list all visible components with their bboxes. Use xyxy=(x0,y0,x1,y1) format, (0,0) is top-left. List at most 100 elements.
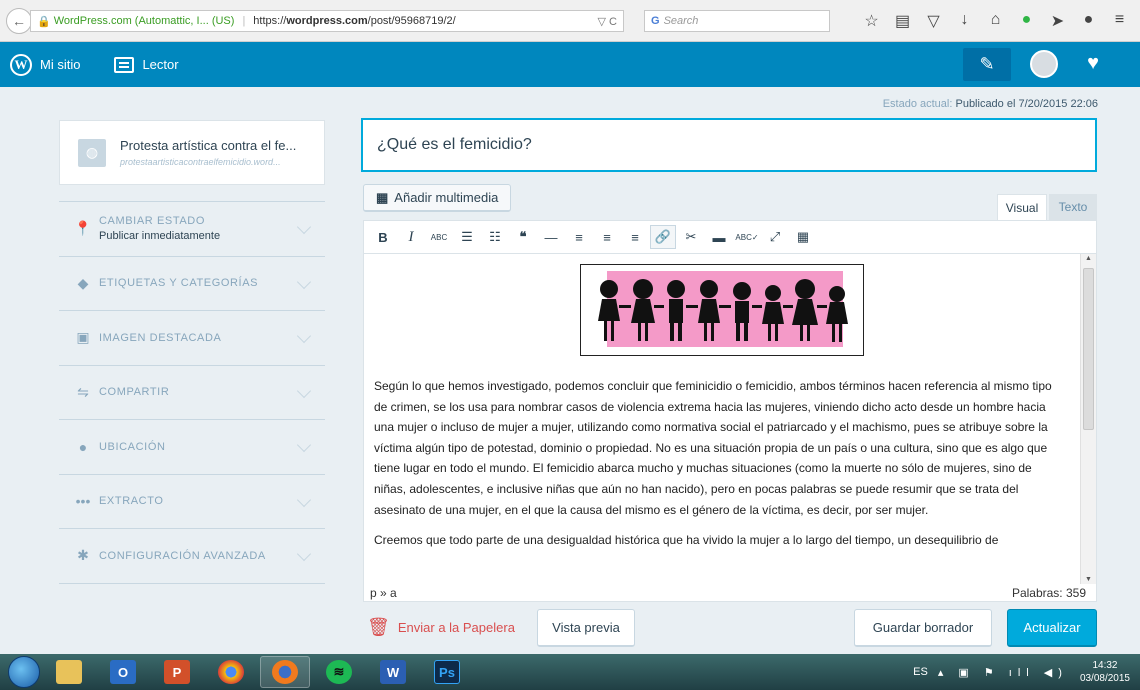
tag-icon: ◆ xyxy=(77,274,89,291)
sidebar-item-advanced-settings[interactable]: ✱ CONFIGURACIÓN AVANZADA xyxy=(59,529,325,584)
sidebar-accordion: 📍 CAMBIAR ESTADO Publicar inmediatamente… xyxy=(59,201,325,584)
taskbar-firefox[interactable] xyxy=(260,656,310,688)
chevron-down-icon xyxy=(296,437,312,453)
sidebar-item-tags-categories[interactable]: ◆ ETIQUETAS Y CATEGORÍAS xyxy=(59,257,325,311)
reload-icon[interactable]: ▽ C xyxy=(598,15,617,28)
ellipsis-icon: ••• xyxy=(75,493,91,510)
content-scrollbar[interactable]: ▲ ▼ xyxy=(1080,254,1096,584)
tab-visual[interactable]: Visual xyxy=(997,194,1047,220)
cog-icon: ✱ xyxy=(77,547,89,564)
sidebar-item-featured-image[interactable]: ▣ IMAGEN DESTACADA xyxy=(59,311,325,366)
site-card[interactable]: ◍ Protesta artística contra el fe... pro… xyxy=(59,120,325,185)
notifications-icon[interactable]: ♥ xyxy=(1082,52,1104,74)
back-arrow-icon[interactable]: ← xyxy=(6,7,32,34)
taskbar-spotify[interactable]: ≋ xyxy=(314,656,364,688)
sidebar-item-location[interactable]: ● UBICACIÓN xyxy=(59,420,325,475)
write-post-button[interactable]: ✎ xyxy=(963,48,1011,81)
post-image[interactable] xyxy=(580,264,864,356)
chevron-down-icon xyxy=(296,328,312,344)
send-icon[interactable]: ➤ xyxy=(1042,11,1073,31)
url-bar[interactable]: 🔒 WordPress.com (Automattic, I... (US) |… xyxy=(30,10,624,32)
download-icon[interactable]: ↓ xyxy=(949,11,980,31)
avatar[interactable] xyxy=(1030,50,1058,78)
chevron-down-icon xyxy=(296,492,312,507)
extension-icon[interactable]: ● xyxy=(1011,11,1042,31)
trash-link[interactable]: 🗑 Enviar a la Papelera xyxy=(367,617,515,638)
align-right-icon[interactable]: ≡ xyxy=(622,225,648,249)
sidebar-item-sharing[interactable]: ⇋ COMPARTIR xyxy=(59,366,325,420)
system-tray: ES ▴ ▣ ⚑ ıll ◀) 14:32 03/08/2015 xyxy=(913,654,1130,690)
editor-content[interactable]: Según lo que hemos investigado, podemos … xyxy=(363,254,1097,584)
post-body[interactable]: Según lo que hemos investigado, podemos … xyxy=(374,376,1064,561)
taskbar-photoshop[interactable]: Ps xyxy=(422,656,472,688)
chevron-down-icon xyxy=(296,383,312,398)
post-title-input[interactable]: ¿Qué es el femicidio? xyxy=(361,118,1097,172)
language-indicator[interactable]: ES xyxy=(913,666,928,678)
home-icon[interactable]: ⌂ xyxy=(980,11,1011,31)
image-icon: ▣ xyxy=(76,329,90,346)
element-path[interactable]: p » a xyxy=(370,586,397,600)
menu-icon[interactable]: ≡ xyxy=(1104,11,1135,31)
paragraph[interactable]: Según lo que hemos investigado, podemos … xyxy=(374,376,1064,520)
link-icon[interactable]: 🔗 xyxy=(650,225,676,249)
read-more-icon[interactable]: ▬ xyxy=(706,225,732,249)
unlink-icon[interactable]: ✂ xyxy=(678,225,704,249)
toolbar-toggle-icon[interactable]: ▦ xyxy=(790,225,816,249)
url-host: wordpress.com xyxy=(286,15,368,27)
align-left-icon[interactable]: ≡ xyxy=(566,225,592,249)
reader-label: Lector xyxy=(142,57,179,72)
powerpoint-icon: P xyxy=(164,660,190,684)
site-url: protestaartisticacontraelfemicidio.word.… xyxy=(120,157,281,167)
chat-icon[interactable]: ● xyxy=(1073,11,1104,31)
taskbar-word[interactable]: W xyxy=(368,656,418,688)
taskbar-explorer[interactable] xyxy=(44,656,94,688)
clock[interactable]: 14:32 03/08/2015 xyxy=(1080,659,1130,685)
align-center-icon[interactable]: ≡ xyxy=(594,225,620,249)
pocket-icon[interactable]: ▽ xyxy=(918,11,949,31)
scroll-down-icon[interactable]: ▼ xyxy=(1085,576,1092,583)
url-prefix: https:// xyxy=(253,15,287,27)
search-input[interactable]: G Search xyxy=(644,10,830,32)
fullscreen-icon[interactable]: ⤢ xyxy=(762,225,788,249)
taskbar-powerpoint[interactable]: P xyxy=(152,656,202,688)
sidebar-item-status[interactable]: 📍 CAMBIAR ESTADO Publicar inmediatamente xyxy=(59,202,325,257)
paragraph[interactable]: Creemos que todo parte de una desigualda… xyxy=(374,530,1064,551)
status-value: Publicar inmediatamente xyxy=(99,230,221,243)
sidebar-item-excerpt[interactable]: ••• EXTRACTO xyxy=(59,475,325,529)
browser-icon-group: ☆ ▤ ▽ ↓ ⌂ ● ➤ ● ≡ xyxy=(856,11,1135,31)
editor-statusbar: p » a Palabras: 359 xyxy=(363,584,1097,602)
spotify-icon: ≋ xyxy=(326,660,352,684)
post-status-value: Publicado el 7/20/2015 22:06 xyxy=(955,98,1098,110)
trash-icon: 🗑 xyxy=(367,617,390,637)
scroll-up-icon[interactable]: ▲ xyxy=(1085,255,1092,262)
globe-icon: ◍ xyxy=(78,138,106,167)
save-draft-button[interactable]: Guardar borrador xyxy=(854,609,992,647)
taskbar-chrome[interactable] xyxy=(206,656,256,688)
tray-icons[interactable]: ▴ ▣ ⚑ ıll ◀) xyxy=(938,666,1068,679)
post-status: Estado actual: Publicado el 7/20/2015 22… xyxy=(882,98,1098,110)
spellcheck-icon[interactable]: ABC✓ xyxy=(734,225,760,249)
pin-icon: 📍 xyxy=(74,220,92,237)
update-button[interactable]: Actualizar xyxy=(1007,609,1097,647)
bookmark-star-icon[interactable]: ☆ xyxy=(856,11,887,31)
scrollbar-thumb[interactable] xyxy=(1083,268,1094,430)
folder-icon xyxy=(56,660,82,684)
tab-text[interactable]: Texto xyxy=(1049,194,1097,220)
horizontal-rule-icon[interactable]: — xyxy=(538,225,564,249)
add-media-button[interactable]: ▦ Añadir multimedia xyxy=(363,184,512,212)
my-site-label: Mi sitio xyxy=(40,57,81,72)
bullet-list-icon[interactable]: ☰ xyxy=(454,225,480,249)
blockquote-icon[interactable]: ❝ xyxy=(510,225,536,249)
chevron-down-icon xyxy=(296,546,312,562)
bookmarks-list-icon[interactable]: ▤ xyxy=(887,11,918,31)
preview-button[interactable]: Vista previa xyxy=(537,609,635,647)
chrome-icon xyxy=(218,660,244,684)
strikethrough-icon[interactable]: ABC xyxy=(426,225,452,249)
numbered-list-icon[interactable]: ☷ xyxy=(482,225,508,249)
bold-icon[interactable]: B xyxy=(370,225,396,249)
start-button[interactable] xyxy=(8,656,40,688)
italic-icon[interactable]: I xyxy=(398,225,424,249)
reader-link[interactable]: Lector xyxy=(90,56,179,73)
taskbar-outlook[interactable]: O xyxy=(98,656,148,688)
my-site-link[interactable]: W Mi sitio xyxy=(10,53,81,76)
